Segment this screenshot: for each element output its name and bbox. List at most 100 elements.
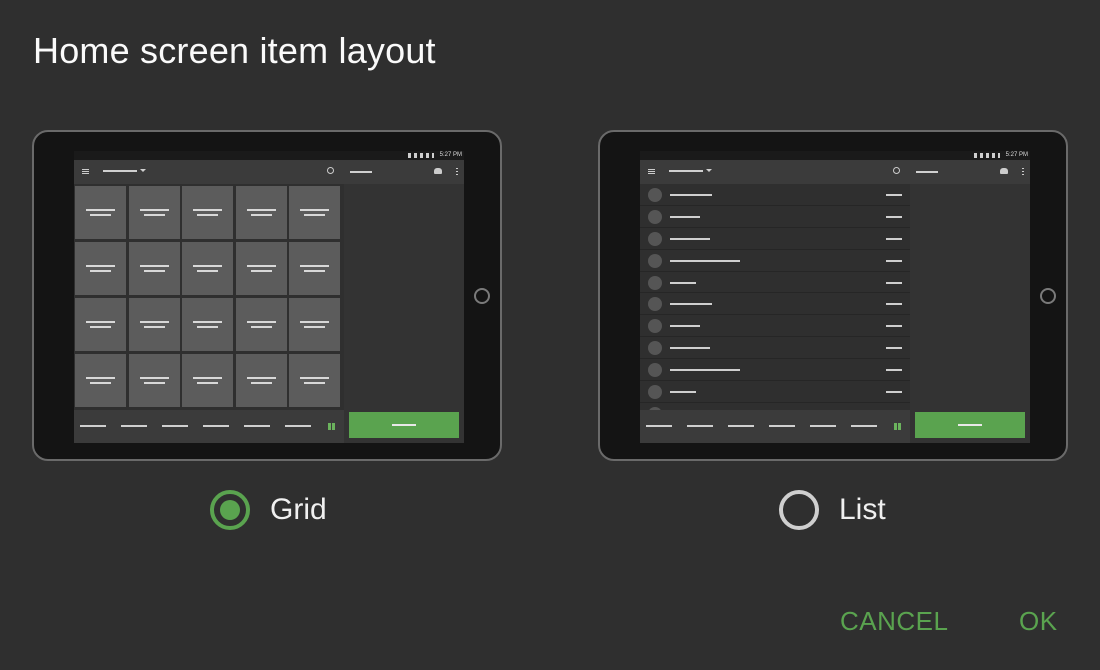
list-items <box>640 184 910 410</box>
item-price-placeholder <box>886 303 902 306</box>
item-name-placeholder <box>670 237 710 240</box>
item-price-placeholder <box>886 215 902 218</box>
list-option[interactable]: List <box>779 488 886 532</box>
grid-layout-preview[interactable]: 5:27 PM <box>32 130 502 461</box>
category-spinner <box>103 170 137 172</box>
item-name-placeholder <box>670 194 712 196</box>
grid-preview-screen: 5:27 PM <box>74 151 464 443</box>
grid-item-tile <box>235 186 287 239</box>
category-placeholder <box>646 425 672 427</box>
list-radio-button[interactable] <box>779 490 819 530</box>
grid-item-tile <box>128 186 180 239</box>
item-avatar <box>648 275 662 290</box>
status-icons <box>408 153 434 158</box>
list-item <box>640 403 910 410</box>
item-name-placeholder <box>670 215 700 218</box>
dropdown-caret-icon <box>706 169 712 172</box>
grid-item-tile <box>235 242 287 295</box>
category-placeholder <box>121 425 147 427</box>
grid-item-tile <box>289 298 340 351</box>
grid-item-tile <box>289 242 340 295</box>
grid-option[interactable]: Grid <box>210 488 327 532</box>
grid-items <box>74 184 344 410</box>
item-name-placeholder <box>670 281 696 284</box>
grid-view-icon <box>894 423 901 430</box>
item-avatar <box>648 297 662 312</box>
grid-item-tile <box>182 242 233 295</box>
category-placeholder <box>285 425 311 427</box>
add-customer-icon <box>1000 168 1008 174</box>
add-customer-icon <box>434 168 442 174</box>
status-bar: 5:27 PM <box>640 151 1030 160</box>
item-price-placeholder <box>886 194 902 196</box>
item-price-placeholder <box>886 259 902 262</box>
category-placeholder <box>203 425 229 427</box>
category-bar <box>74 410 344 443</box>
list-item <box>640 250 910 272</box>
item-avatar <box>648 363 662 378</box>
tablet-home-button-icon <box>1040 288 1056 304</box>
category-placeholder <box>769 425 795 427</box>
grid-item-tile <box>289 354 340 407</box>
category-placeholder <box>244 425 270 427</box>
item-name-placeholder <box>670 369 740 372</box>
cancel-button[interactable]: CANCEL <box>840 606 948 637</box>
menu-icon <box>82 169 89 174</box>
grid-item-tile <box>75 186 126 239</box>
order-panel <box>910 184 1030 443</box>
item-avatar <box>648 319 662 334</box>
order-toolbar <box>910 160 1030 184</box>
grid-item-tile <box>235 298 287 351</box>
item-price-placeholder <box>886 325 902 328</box>
list-item <box>640 337 910 360</box>
overflow-menu-icon <box>1022 168 1024 175</box>
grid-item-tile <box>128 354 180 407</box>
grid-item-tile <box>75 242 126 295</box>
item-price-placeholder <box>886 369 902 372</box>
item-price-placeholder <box>886 391 902 394</box>
item-avatar <box>648 253 662 268</box>
list-item <box>640 293 910 316</box>
item-avatar <box>648 188 662 202</box>
item-name-placeholder <box>670 303 712 306</box>
item-name-placeholder <box>670 259 740 262</box>
category-placeholder <box>80 425 106 427</box>
ok-button[interactable]: OK <box>1019 606 1058 637</box>
menu-icon <box>648 169 655 174</box>
dropdown-caret-icon <box>140 169 146 172</box>
category-placeholder <box>687 425 713 427</box>
category-spinner <box>669 170 703 172</box>
grid-item-tile <box>128 298 180 351</box>
grid-item-tile <box>235 354 287 407</box>
list-item <box>640 359 910 382</box>
category-bar <box>640 410 910 443</box>
search-icon <box>327 167 334 174</box>
overflow-menu-icon <box>456 168 458 175</box>
dialog-title: Home screen item layout <box>33 30 436 71</box>
category-placeholder <box>728 425 754 427</box>
list-layout-preview[interactable]: 5:27 PM <box>598 130 1068 461</box>
search-icon <box>893 167 900 174</box>
list-item <box>640 206 910 228</box>
grid-item-tile <box>289 186 340 239</box>
status-bar: 5:27 PM <box>74 151 464 160</box>
list-item <box>640 315 910 338</box>
grid-radio-button[interactable] <box>210 490 250 530</box>
tablet-home-button-icon <box>474 288 490 304</box>
list-item <box>640 381 910 403</box>
item-name-placeholder <box>670 347 710 350</box>
item-avatar <box>648 385 662 400</box>
charge-button-preview <box>349 412 459 438</box>
item-avatar <box>648 341 662 356</box>
grid-item-tile <box>182 354 233 407</box>
status-time: 5:27 PM <box>1005 152 1028 158</box>
grid-option-label: Grid <box>270 493 327 526</box>
list-item <box>640 272 910 294</box>
grid-view-icon <box>328 423 335 430</box>
grid-item-tile <box>128 242 180 295</box>
order-panel <box>344 184 464 443</box>
item-name-placeholder <box>670 325 700 328</box>
item-avatar <box>648 209 662 224</box>
grid-item-tile <box>182 186 233 239</box>
list-item <box>640 228 910 250</box>
